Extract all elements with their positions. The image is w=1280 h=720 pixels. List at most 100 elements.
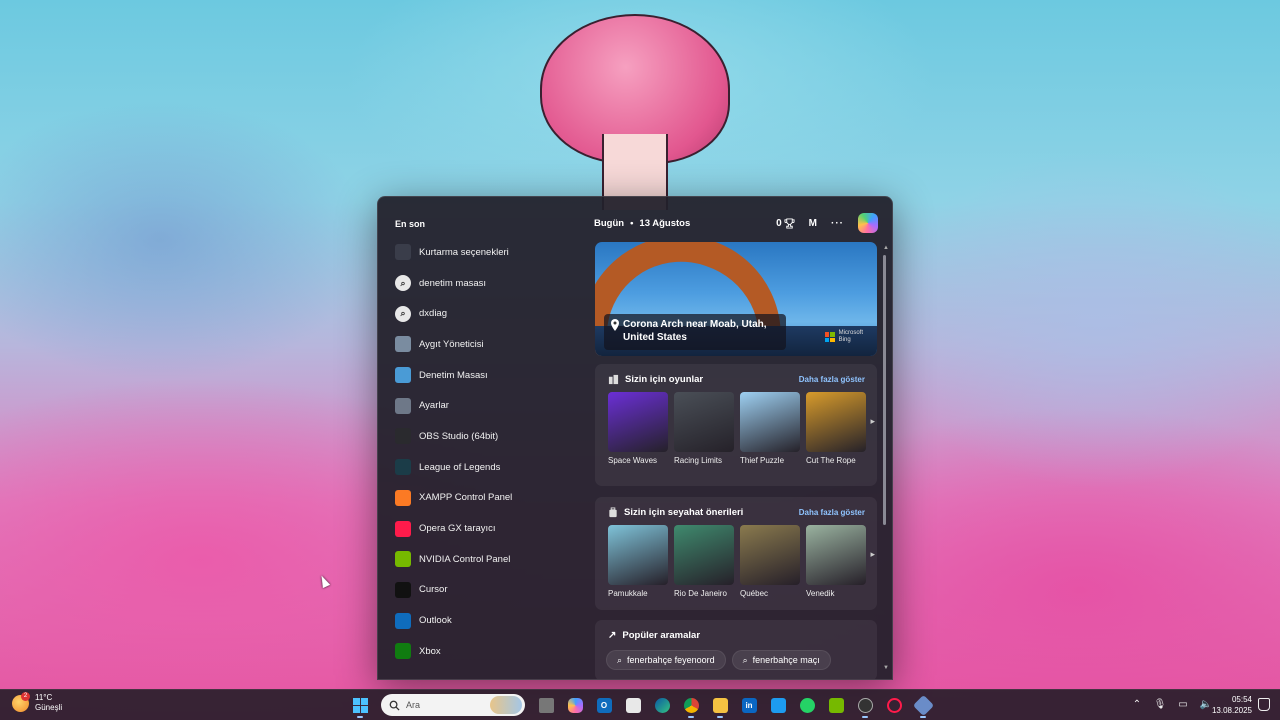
travel-thumbnail bbox=[674, 525, 734, 585]
network-icon[interactable]: ▭ bbox=[1176, 694, 1190, 714]
obs-taskbar-button[interactable] bbox=[853, 693, 877, 718]
recent-item-label: Kurtarma seçenekleri bbox=[419, 246, 509, 258]
twitter-icon bbox=[770, 697, 786, 713]
game-label: Cut The Rope bbox=[806, 456, 856, 465]
separator-dot: • bbox=[630, 217, 634, 229]
twitter-taskbar-button[interactable] bbox=[766, 693, 790, 717]
obs-icon bbox=[395, 428, 411, 445]
travel-label: Québec bbox=[740, 589, 769, 598]
chevron-up-icon[interactable]: ⌃ bbox=[1130, 694, 1144, 714]
game-tile[interactable]: Racing Limits bbox=[674, 392, 734, 465]
search-highlight-image bbox=[490, 696, 522, 714]
notification-bell-icon[interactable] bbox=[1258, 698, 1270, 711]
game-thumbnail bbox=[674, 392, 734, 452]
recent-item-label: denetim masası bbox=[419, 277, 487, 289]
game-thumbnail bbox=[806, 392, 866, 452]
travel-tile[interactable]: Québec bbox=[740, 525, 800, 598]
start-button[interactable] bbox=[348, 693, 372, 718]
rewards-button[interactable]: 0 bbox=[776, 218, 795, 229]
recent-item[interactable]: Xbox bbox=[395, 636, 585, 667]
recent-item[interactable]: ⌕ denetim masası bbox=[395, 268, 585, 299]
whatsapp-taskbar-button[interactable] bbox=[795, 693, 819, 717]
clock[interactable]: 05:54 13.08.2025 bbox=[1204, 694, 1252, 716]
widgets-scrollbar[interactable] bbox=[883, 249, 887, 667]
game-label: Thief Puzzle bbox=[740, 456, 785, 465]
windows-logo-icon bbox=[352, 697, 368, 713]
ai-app-taskbar-button[interactable] bbox=[911, 693, 935, 718]
xbox-icon bbox=[395, 643, 411, 660]
recent-item[interactable]: Kurtarma seçenekleri bbox=[395, 237, 585, 268]
recent-item[interactable]: Aygıt Yöneticisi bbox=[395, 329, 585, 360]
opera-gx-taskbar-button[interactable] bbox=[882, 693, 906, 717]
bing-brand-line1: Microsoft bbox=[838, 330, 863, 336]
weather-badge: 2 bbox=[21, 691, 30, 701]
recent-item[interactable]: Opera GX tarayıcı bbox=[395, 513, 585, 544]
travel-card: Sizin için seyahat önerileri Daha fazla … bbox=[595, 497, 877, 610]
chrome-taskbar-button[interactable] bbox=[679, 693, 703, 718]
travel-tile[interactable]: Venedik bbox=[806, 525, 866, 598]
taskbar-apps: Ara O in bbox=[348, 693, 935, 718]
control-panel-icon bbox=[395, 367, 411, 384]
game-tile[interactable]: Cut The Rope bbox=[806, 392, 866, 465]
games-show-more-link[interactable]: Daha fazla göster bbox=[799, 375, 865, 384]
microsoft-bing-logo: Microsoft Bing bbox=[824, 330, 863, 344]
game-thumbnail bbox=[608, 392, 668, 452]
travel-title: Sizin için seyahat önerileri bbox=[624, 507, 744, 518]
edge-icon bbox=[654, 697, 670, 713]
chrome-icon bbox=[683, 697, 699, 713]
weather-temp: 11°C bbox=[35, 693, 53, 702]
hero-caption: Corona Arch near Moab, Utah, United Stat… bbox=[604, 314, 786, 350]
games-next-arrow-icon[interactable]: ▸ bbox=[870, 416, 875, 427]
system-tray: ⌃ 🎙 ▭ 🔈 bbox=[1130, 694, 1213, 714]
search-placeholder: Ara bbox=[406, 700, 421, 710]
trending-icon: ↗ bbox=[608, 630, 617, 641]
recent-item[interactable]: Cursor bbox=[395, 575, 585, 606]
rewards-count: 0 bbox=[776, 217, 782, 229]
travel-tile[interactable]: Rio De Janeiro bbox=[674, 525, 734, 598]
linkedin-taskbar-button[interactable]: in bbox=[737, 693, 761, 717]
weather-widget[interactable]: 2 11°C Güneşli bbox=[12, 691, 62, 713]
task-view-button[interactable] bbox=[534, 693, 558, 717]
recent-item[interactable]: OBS Studio (64bit) bbox=[395, 421, 585, 452]
game-tile[interactable]: Space Waves bbox=[608, 392, 668, 465]
microphone-icon[interactable]: 🎙 bbox=[1153, 694, 1167, 714]
hero-image-card[interactable]: Corona Arch near Moab, Utah, United Stat… bbox=[595, 242, 877, 356]
travel-show-more-link[interactable]: Daha fazla göster bbox=[799, 508, 865, 517]
widgets-panel: Bugün • 13 Ağustos 0 M ··· Corona Arch n… bbox=[594, 197, 892, 679]
outlook-taskbar-button[interactable]: O bbox=[592, 693, 616, 717]
copilot-icon[interactable] bbox=[858, 213, 878, 233]
recent-item[interactable]: ⌕ dxdiag bbox=[395, 298, 585, 329]
edge-taskbar-button[interactable] bbox=[650, 693, 674, 717]
travel-next-arrow-icon[interactable]: ▸ bbox=[870, 549, 875, 560]
travel-tile[interactable]: Pamukkale bbox=[608, 525, 668, 598]
more-options-button[interactable]: ··· bbox=[831, 218, 844, 229]
recent-item[interactable]: XAMPP Control Panel bbox=[395, 483, 585, 514]
copilot-taskbar-button[interactable] bbox=[563, 693, 587, 717]
wallpaper-figure bbox=[540, 14, 740, 210]
nvidia-taskbar-button[interactable] bbox=[824, 693, 848, 717]
recent-item[interactable]: Denetim Masası bbox=[395, 360, 585, 391]
account-button[interactable]: M bbox=[809, 218, 817, 229]
recent-panel: En son Kurtarma seçenekleri ⌕ denetim masa… bbox=[378, 197, 588, 679]
game-tile[interactable]: Thief Puzzle bbox=[740, 392, 800, 465]
recent-item[interactable]: League of Legends bbox=[395, 452, 585, 483]
scrollbar-thumb[interactable] bbox=[883, 255, 886, 525]
today-label: Bugün bbox=[594, 217, 625, 229]
copilot-taskbar-icon bbox=[567, 697, 583, 713]
recent-item-label: Xbox bbox=[419, 645, 441, 657]
travel-label: Venedik bbox=[806, 589, 835, 598]
recent-item[interactable]: Outlook bbox=[395, 605, 585, 636]
search-icon bbox=[389, 700, 400, 711]
scroll-down-arrow-icon[interactable]: ▼ bbox=[883, 665, 889, 671]
travel-thumbnail bbox=[740, 525, 800, 585]
recent-item[interactable]: Ayarlar bbox=[395, 390, 585, 421]
popular-search-chip[interactable]: ⌕ fenerbahçe maçı bbox=[731, 650, 831, 670]
file-explorer-taskbar-button[interactable] bbox=[708, 693, 732, 718]
popular-search-chip[interactable]: ⌕ fenerbahçe feyenoord bbox=[606, 650, 726, 670]
taskbar-search-box[interactable]: Ara bbox=[381, 694, 525, 716]
whatsapp-icon bbox=[799, 697, 815, 713]
games-list: Space Waves Racing Limits Thief Puzzle Cut … bbox=[608, 392, 866, 465]
recent-item[interactable]: NVIDIA Control Panel bbox=[395, 544, 585, 575]
store-taskbar-button[interactable] bbox=[621, 693, 645, 717]
linkedin-icon: in bbox=[741, 697, 757, 713]
